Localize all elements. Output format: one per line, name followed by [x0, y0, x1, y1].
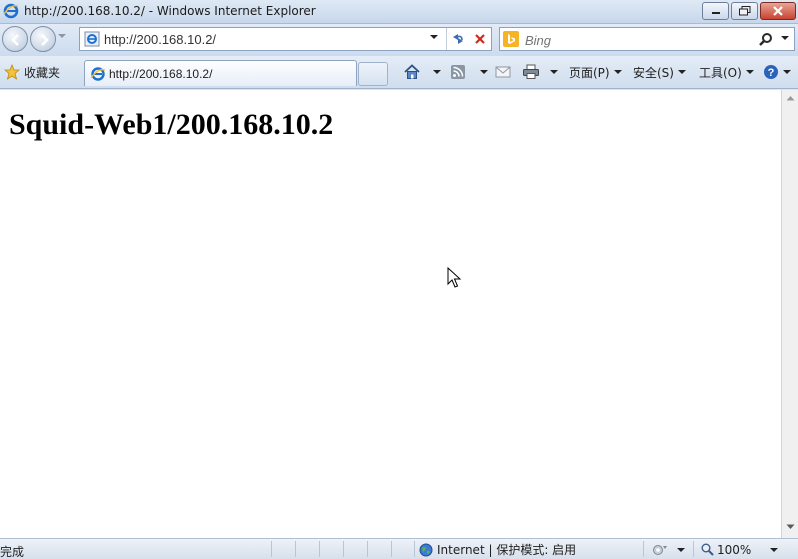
- protected-mode-settings[interactable]: [652, 541, 685, 558]
- favorites-star-icon: [4, 64, 20, 80]
- feeds-button[interactable]: [450, 62, 488, 82]
- page-content: Squid-Web1/200.168.10.2: [0, 90, 781, 538]
- zoom-dropdown-caret: [770, 547, 779, 552]
- status-separator: [295, 541, 296, 557]
- status-separator: [693, 541, 694, 557]
- stop-icon: [475, 34, 485, 44]
- print-icon: [523, 64, 539, 79]
- svg-text:?: ?: [768, 67, 775, 79]
- mail-icon: [495, 66, 511, 78]
- refresh-icon: [453, 34, 463, 44]
- search-provider-dropdown[interactable]: [781, 36, 789, 40]
- back-button[interactable]: [2, 26, 28, 52]
- forward-icon: [41, 34, 49, 46]
- status-separator: [391, 541, 392, 557]
- back-icon: [11, 34, 19, 46]
- print-button[interactable]: [522, 62, 558, 82]
- page-icon: [84, 31, 100, 47]
- safety-menu[interactable]: 安全(S): [633, 62, 686, 82]
- tab-label: http://200.168.10.2/: [109, 67, 213, 81]
- settings-dropdown-caret: [677, 547, 685, 552]
- status-separator: [414, 541, 415, 557]
- address-separator: [446, 28, 447, 50]
- close-window-button[interactable]: [760, 2, 796, 20]
- tools-menu[interactable]: 工具(O): [699, 62, 754, 82]
- globe-icon: [419, 543, 433, 556]
- close-icon: [773, 6, 783, 16]
- navigation-bar: [0, 24, 798, 56]
- minimize-button[interactable]: [702, 2, 729, 20]
- help-dropdown-caret: [783, 70, 791, 74]
- restore-icon: [738, 6, 750, 16]
- help-icon: ?: [764, 65, 778, 79]
- forward-button[interactable]: [30, 26, 56, 52]
- restore-button[interactable]: [731, 2, 758, 20]
- feeds-icon: [451, 65, 465, 79]
- safety-menu-caret: [677, 70, 686, 74]
- minimize-icon: [711, 12, 720, 14]
- tools-menu-caret: [745, 70, 754, 74]
- search-icon: [759, 33, 772, 46]
- stop-button[interactable]: [470, 30, 490, 48]
- tab-page-icon: [90, 67, 106, 81]
- address-dropdown[interactable]: [430, 35, 438, 39]
- mail-button[interactable]: [495, 62, 511, 82]
- favorites-bar: 收藏夹 http://200.168.10.2/ 页面(P) 安全(S) 工具(…: [0, 56, 798, 89]
- refresh-button[interactable]: [448, 30, 468, 48]
- safety-menu-label: 安全(S): [633, 65, 674, 80]
- zoom-icon: [701, 543, 714, 556]
- status-bar: 完成 Internet | 保护模式: 启用 100%: [0, 538, 798, 559]
- search-button[interactable]: [758, 32, 774, 51]
- tools-menu-label: 工具(O): [699, 65, 742, 80]
- page-menu-label: 页面(P): [569, 65, 610, 80]
- search-input[interactable]: [525, 32, 745, 48]
- favorites-label: 收藏夹: [24, 65, 61, 80]
- tab-current[interactable]: http://200.168.10.2/: [84, 60, 357, 86]
- print-dropdown-caret: [550, 70, 558, 74]
- home-icon: [404, 64, 420, 79]
- feeds-dropdown-caret: [480, 70, 488, 74]
- home-button[interactable]: [403, 62, 441, 82]
- favorites-button[interactable]: 收藏夹: [4, 62, 60, 82]
- mouse-cursor-icon: [447, 267, 461, 288]
- title-bar: http://200.168.10.2/ - Windows Internet …: [0, 0, 798, 24]
- zoom-control[interactable]: 100%: [701, 541, 779, 558]
- security-zone[interactable]: Internet | 保护模式: 启用: [419, 541, 576, 558]
- page-menu[interactable]: 页面(P): [569, 62, 622, 82]
- recent-pages-dropdown[interactable]: [58, 34, 66, 38]
- status-separator: [319, 541, 320, 557]
- ie-icon: [3, 3, 19, 19]
- scroll-up-icon[interactable]: [786, 95, 795, 101]
- new-tab-button[interactable]: [358, 62, 388, 86]
- address-input[interactable]: [104, 31, 424, 47]
- page-heading: Squid-Web1/200.168.10.2: [9, 108, 334, 141]
- status-text: 完成: [0, 545, 25, 559]
- search-box: [499, 27, 795, 51]
- security-zone-label: Internet | 保护模式: 启用: [437, 543, 577, 557]
- status-separator: [343, 541, 344, 557]
- page-menu-caret: [613, 70, 622, 74]
- status-separator: [271, 541, 272, 557]
- zoom-level: 100%: [717, 542, 752, 557]
- vertical-scrollbar[interactable]: [781, 90, 798, 538]
- status-separator: [643, 541, 644, 557]
- scroll-down-icon[interactable]: [786, 524, 795, 530]
- shield-settings-icon: [653, 544, 667, 555]
- home-dropdown-caret: [433, 70, 441, 74]
- help-button[interactable]: ?: [763, 62, 791, 82]
- status-separator: [367, 541, 368, 557]
- window-title: http://200.168.10.2/ - Windows Internet …: [24, 4, 316, 18]
- address-bar: [79, 27, 492, 51]
- bing-icon: [503, 31, 519, 47]
